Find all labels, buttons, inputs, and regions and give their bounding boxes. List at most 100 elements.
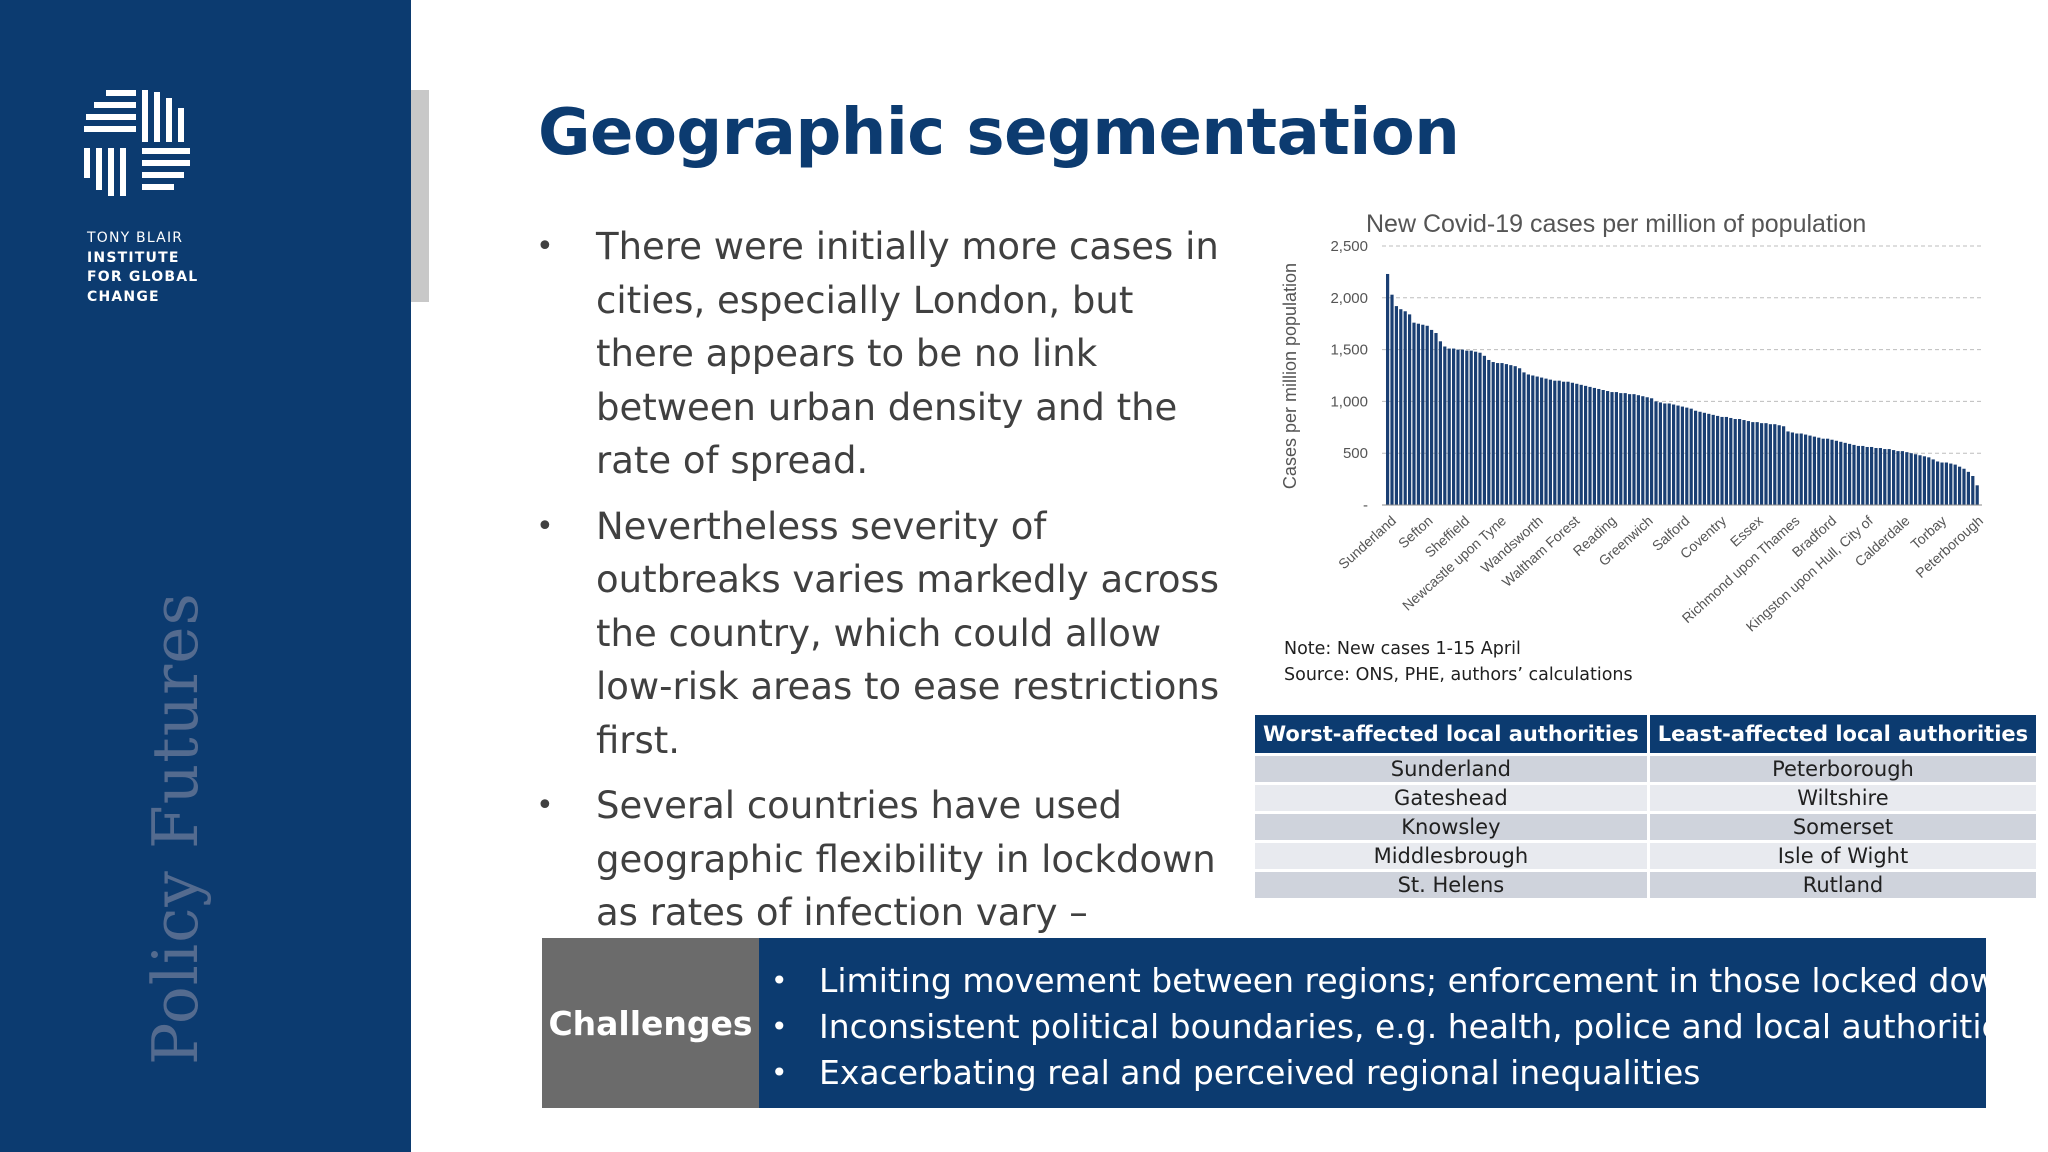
- chart-bar: [1914, 454, 1918, 505]
- chart-bar: [1733, 419, 1737, 505]
- chart-bar: [1887, 449, 1891, 505]
- chart-bar: [1878, 448, 1882, 505]
- chart-bar: [1650, 398, 1654, 505]
- chart-bar: [1548, 379, 1552, 505]
- chart-bar: [1474, 351, 1478, 505]
- chart-bar: [1777, 425, 1781, 505]
- chart-bar: [1531, 375, 1535, 505]
- org-name-line: CHANGE: [87, 288, 160, 305]
- org-name-line: TONY BLAIR: [87, 230, 184, 246]
- bullet-list: • There were initially more cases in citi…: [536, 220, 1236, 1059]
- chart-bar: [1540, 377, 1544, 505]
- chart-bar: [1874, 448, 1878, 505]
- table-cell: St. Helens: [1255, 872, 1647, 898]
- chart-bar: [1685, 407, 1689, 505]
- chart-bar: [1478, 352, 1482, 505]
- chart-bar: [1742, 420, 1746, 505]
- chart-bar: [1944, 462, 1948, 505]
- chart-bar: [1434, 333, 1438, 505]
- chart-bar: [1782, 426, 1786, 505]
- chart-bar: [1922, 456, 1926, 505]
- chart-bar: [1386, 273, 1390, 505]
- chart-bar: [1790, 432, 1794, 505]
- chart-bar: [1430, 329, 1434, 505]
- authorities-table: Worst-affected local authorities Least-a…: [1252, 712, 2039, 901]
- chart-bar: [1504, 364, 1508, 505]
- bullet-text: There were initially more cases in citie…: [596, 225, 1219, 482]
- chart-bar: [1830, 439, 1834, 505]
- chart-bar: [1667, 403, 1671, 505]
- chart-bar: [1760, 423, 1764, 505]
- chart-bar: [1438, 341, 1442, 505]
- column-header-least: Least-affected local authorities: [1649, 715, 2037, 753]
- table-header-row: Worst-affected local authorities Least-a…: [1255, 715, 2037, 753]
- chart-bar: [1834, 440, 1838, 505]
- slide-title: Geographic segmentation: [538, 96, 1460, 170]
- table-row: Knowsley Somerset: [1255, 814, 2037, 840]
- chart-bar: [1469, 350, 1473, 505]
- chart-bar: [1614, 392, 1618, 505]
- chart-bar: [1702, 412, 1706, 505]
- chart-bar: [1856, 445, 1860, 505]
- chart-bar: [1566, 381, 1570, 505]
- chart-bar: [1724, 416, 1728, 505]
- chart-bar: [1817, 437, 1821, 505]
- chart-bar: [1962, 468, 1966, 505]
- chart-bar: [1394, 306, 1398, 505]
- chart-bar: [1909, 453, 1913, 505]
- chart-bar: [1716, 415, 1720, 505]
- chart-bar: [1553, 380, 1557, 505]
- chart-bar: [1826, 438, 1830, 505]
- chart-bar: [1496, 363, 1500, 505]
- bullet-marker: •: [771, 964, 788, 997]
- table-cell: Wiltshire: [1649, 785, 2037, 811]
- table-cell: Sunderland: [1255, 756, 1647, 782]
- table-row: Middlesbrough Isle of Wight: [1255, 843, 2037, 869]
- table-row: Gateshead Wiltshire: [1255, 785, 2037, 811]
- chart-bar: [1513, 366, 1517, 505]
- table-cell: Somerset: [1649, 814, 2037, 840]
- chart-bar: [1636, 395, 1640, 505]
- challenges-box: Challenges • Limiting movement between re…: [542, 938, 2019, 1108]
- chart-bar: [1465, 350, 1469, 505]
- woven-grid-logo-icon: [84, 90, 190, 196]
- cases-chart-svg: New Covid-19 cases per million of popula…: [1280, 210, 1986, 635]
- chart-bar: [1971, 475, 1975, 505]
- bullet-marker: •: [771, 1056, 788, 1089]
- x-tick-label: Sunderland: [1335, 512, 1399, 572]
- challenge-text: Exacerbating real and perceived regional…: [819, 1053, 1701, 1092]
- chart-bar: [1892, 450, 1896, 505]
- chart-bar: [1628, 394, 1632, 505]
- chart-bar: [1821, 438, 1825, 505]
- bullet-item: • There were initially more cases in citi…: [536, 220, 1236, 488]
- chart-bar: [1786, 431, 1790, 505]
- chart-bar: [1839, 441, 1843, 505]
- chart-bar: [1870, 446, 1874, 505]
- chart-bar: [1557, 380, 1561, 505]
- chart-bar: [1689, 408, 1693, 505]
- chart-bar: [1412, 322, 1416, 505]
- chart-bar: [1588, 386, 1592, 505]
- chart-bar: [1949, 463, 1953, 505]
- chart-bar: [1751, 422, 1755, 505]
- chart-note-text: Note: New cases 1-15 April: [1284, 639, 1521, 659]
- chart-bar: [1491, 362, 1495, 505]
- table-row: St. Helens Rutland: [1255, 872, 2037, 898]
- chart-bar: [1518, 368, 1522, 505]
- table-cell: Peterborough: [1649, 756, 2037, 782]
- bullet-item: • Nevertheless severity of outbreaks vari…: [536, 500, 1236, 768]
- chart-bar: [1443, 346, 1447, 505]
- table-cell: Rutland: [1649, 872, 2037, 898]
- chart-bar: [1729, 417, 1733, 505]
- chart-title: New Covid-19 cases per million of popula…: [1366, 210, 1866, 238]
- org-name: TONY BLAIR INSTITUTE FOR GLOBAL CHANGE: [87, 229, 198, 307]
- chart-bar: [1482, 355, 1486, 505]
- chart-source-text: Source: ONS, PHE, authors’ calculations: [1284, 665, 1633, 685]
- bullet-marker: •: [536, 788, 554, 823]
- chart-bar: [1698, 411, 1702, 505]
- chart-bar: [1927, 457, 1931, 505]
- chart-bar: [1654, 401, 1658, 505]
- challenge-item: • Limiting movement between regions; enfo…: [759, 958, 2018, 1004]
- chart-bar: [1720, 416, 1724, 505]
- scrollbar-thumb[interactable]: [411, 90, 429, 302]
